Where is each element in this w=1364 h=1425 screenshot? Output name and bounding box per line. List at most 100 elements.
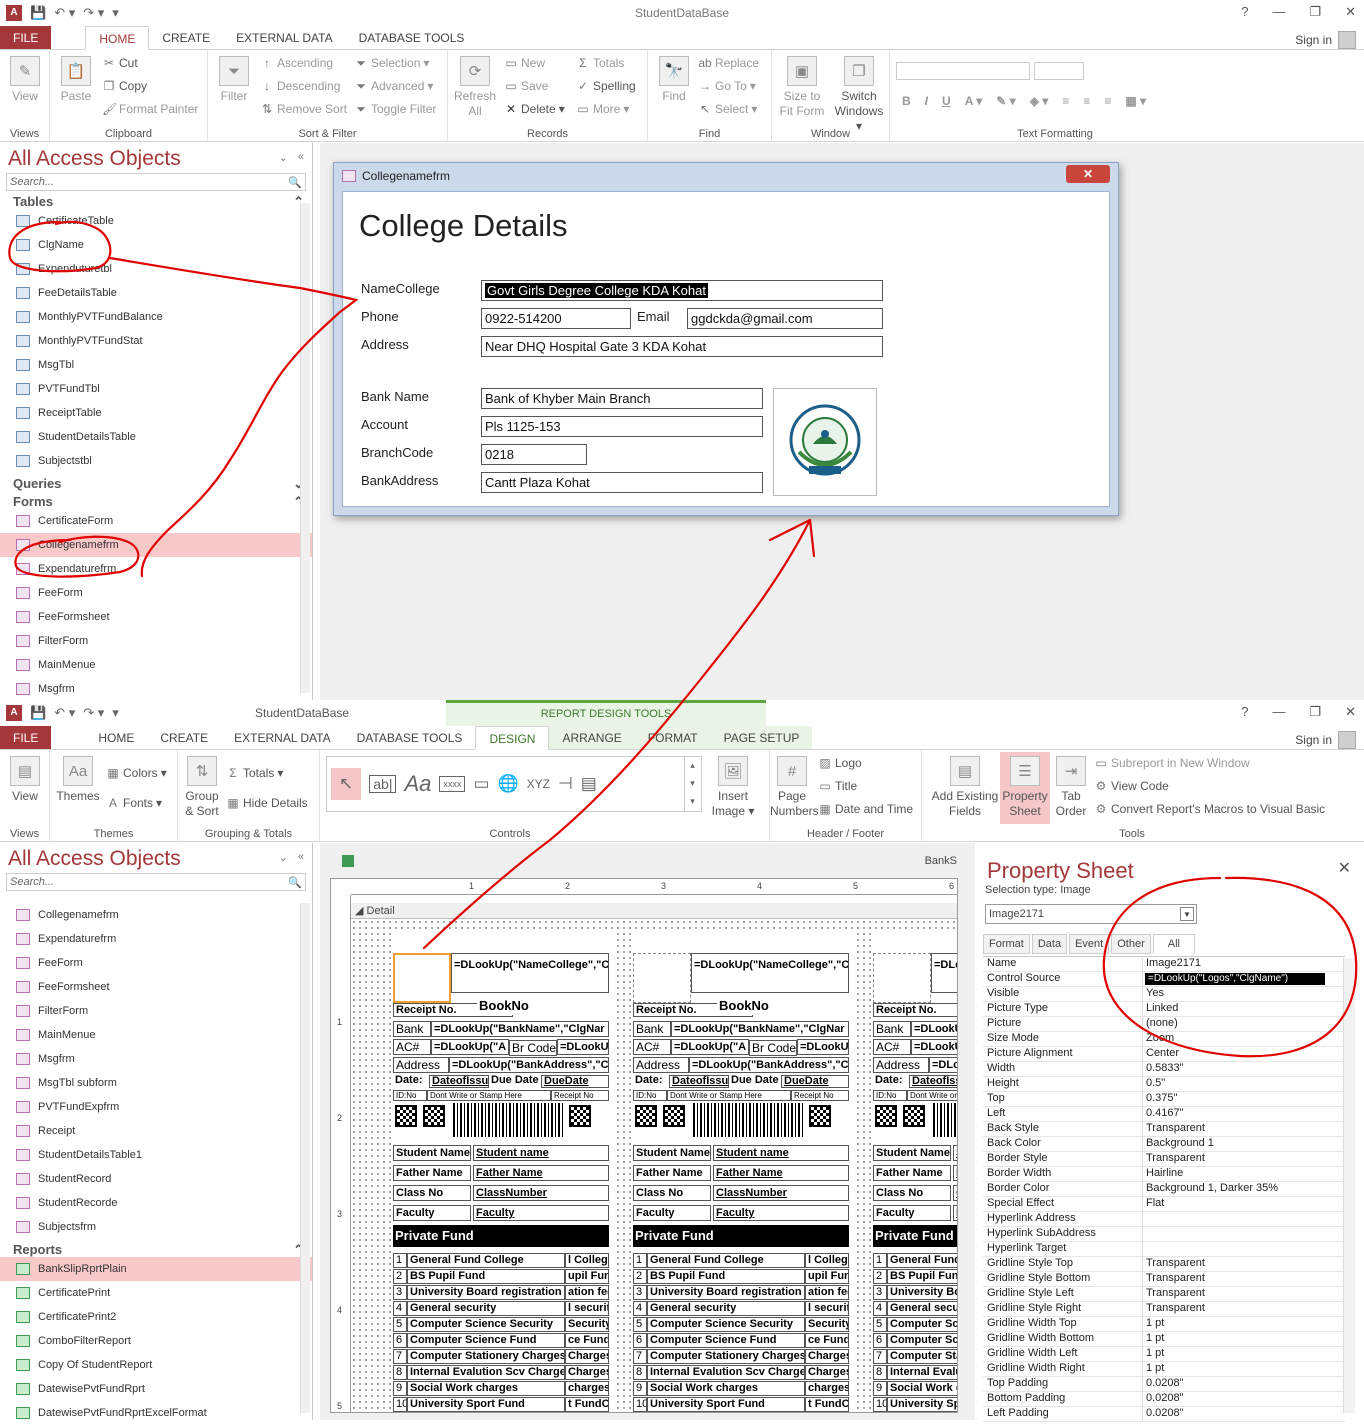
bold-icon[interactable]: B <box>902 94 911 108</box>
shutter-bar-icon[interactable]: « <box>298 151 304 164</box>
replace-button[interactable]: ab Replace <box>698 56 759 70</box>
text-format-buttons[interactable]: BIU A ▾ ✎ ▾ ◈ ▾ ≡ ≡ ≡ ▦ ▾ <box>902 94 1146 108</box>
property-row[interactable]: Gridline Width Left 1 pt <box>983 1347 1345 1362</box>
colors-button[interactable]: ▦ Colors ▾ <box>106 766 166 780</box>
fund-row-description[interactable]: Social Work charges <box>407 1381 565 1396</box>
fund-row-number[interactable]: 4 <box>393 1301 407 1316</box>
view-button[interactable]: ✎ View <box>8 56 42 104</box>
minimize-icon[interactable]: — <box>1272 704 1285 720</box>
fund-row-number[interactable]: 6 <box>633 1333 647 1348</box>
property-value[interactable]: (none) <box>1143 1017 1345 1031</box>
address-field[interactable]: Near DHQ Hospital Gate 3 KDA Kohat <box>481 336 883 357</box>
property-value[interactable]: 0.375" <box>1143 1092 1345 1106</box>
fund-row-number[interactable]: 9 <box>393 1381 407 1396</box>
help-icon[interactable]: ? <box>1241 704 1248 720</box>
add-existing-fields-button[interactable]: ▤ Add Existing Fields <box>930 756 1000 819</box>
group-sort-button[interactable]: ⇅ Group & Sort <box>182 756 222 819</box>
toggle-filter-button[interactable]: ⏷ Toggle Filter <box>354 102 436 116</box>
date-of-issue-field[interactable]: DateofIssue <box>429 1075 489 1088</box>
fund-row-field[interactable]: l College <box>805 1253 849 1268</box>
align-right-icon[interactable]: ≡ <box>1104 94 1111 108</box>
classv-field[interactable]: ClassNumber <box>953 1185 957 1201</box>
property-value[interactable]: 0.0208" <box>1143 1392 1345 1406</box>
address-label[interactable]: Address <box>393 1057 449 1073</box>
nav-item-form[interactable]: PVTFundExpfrm <box>0 1095 312 1119</box>
nav-item-form[interactable]: MainMenue <box>0 653 312 677</box>
fund-row-field[interactable]: Charges <box>565 1365 609 1380</box>
prop-tab-format[interactable]: Format <box>983 934 1030 954</box>
restore-icon[interactable]: ❐ <box>1309 4 1321 20</box>
fund-row-field[interactable]: l security <box>565 1301 609 1316</box>
nav-section-tables[interactable]: Tables ⌃ <box>0 191 312 209</box>
ac-label[interactable]: AC# <box>873 1039 911 1055</box>
fund-row-field[interactable]: l security <box>805 1301 849 1316</box>
customize-qat-icon[interactable]: ▾ <box>112 5 119 21</box>
subreport-window-button[interactable]: ▭ Subreport in New Window <box>1094 756 1249 770</box>
fund-row-field[interactable]: ce Fund <box>565 1333 609 1348</box>
delete-button[interactable]: ✕ Delete ▾ <box>504 102 565 116</box>
nav-item-form[interactable]: Expendaturefrm <box>0 557 312 581</box>
faculty-label[interactable]: Faculty <box>873 1205 951 1221</box>
tab-external-data[interactable]: EXTERNAL DATA <box>223 26 345 49</box>
prop-tab-other[interactable]: Other <box>1111 934 1151 954</box>
account-expression[interactable]: =DLookUp("A <box>911 1039 957 1055</box>
nav-item-table[interactable]: ReceiptTable <box>0 401 312 425</box>
facultyv-field[interactable]: Faculty <box>473 1205 609 1221</box>
dont-write-label[interactable]: Dont Write or Stamp Here <box>907 1090 957 1101</box>
property-sheet-close-icon[interactable]: ✕ <box>1338 858 1351 878</box>
fund-row-description[interactable]: General security <box>887 1301 957 1316</box>
tab-external-data[interactable]: EXTERNAL DATA <box>221 726 343 749</box>
property-value[interactable]: Yes <box>1143 987 1345 1001</box>
phone-field[interactable]: 0922-514200 <box>481 308 631 329</box>
advanced-button[interactable]: ⏷ Advanced ▾ <box>354 79 433 93</box>
fund-row-field[interactable]: upil Fund <box>565 1269 609 1284</box>
property-value[interactable]: 1 pt <box>1143 1332 1345 1346</box>
father-label[interactable]: Father Name <box>633 1165 711 1181</box>
redo-icon[interactable]: ↷ ▾ <box>83 5 104 21</box>
tab-file[interactable]: FILE <box>0 26 52 49</box>
date-of-issue-field[interactable]: DateofIssue <box>909 1075 957 1088</box>
fund-row-field[interactable]: upil Fund <box>805 1269 849 1284</box>
property-value[interactable] <box>1143 1212 1345 1226</box>
nav-item-form[interactable]: MainMenue <box>0 1023 312 1047</box>
nav-item-report[interactable]: DatewisePvtFundRprt <box>0 1377 312 1401</box>
prop-tab-event[interactable]: Event <box>1069 934 1110 954</box>
size-to-fit-button[interactable]: ▣ Size to Fit Form <box>776 56 828 119</box>
student-label[interactable]: Student Name <box>873 1145 951 1161</box>
property-row[interactable]: Name Image2171 <box>983 957 1345 972</box>
select-pointer-icon[interactable]: ↖ <box>331 768 362 800</box>
nav-item-form[interactable]: Subjectsfrm <box>0 1215 312 1239</box>
fund-row-field[interactable]: Security <box>805 1317 849 1332</box>
ac-label[interactable]: AC# <box>633 1039 671 1055</box>
bank-expression[interactable]: =DLookUp("BankName","ClgNar <box>911 1021 957 1037</box>
br-code-label[interactable]: Br Code <box>509 1040 557 1056</box>
fund-row-description[interactable]: BS Pupil Fund <box>407 1269 565 1284</box>
class-label[interactable]: Class No <box>873 1185 951 1201</box>
format-painter-button[interactable]: 🖌 Format Painter <box>102 102 198 116</box>
fill-color-icon[interactable]: ◈ ▾ <box>1030 94 1049 108</box>
date-time-button[interactable]: ▦ Date and Time <box>818 802 913 816</box>
controls-gallery[interactable]: ↖ ab| Aa xxxx ▭ 🌐 XYZ ⊣ ▤ <box>326 756 702 812</box>
close-icon[interactable]: ✕ <box>1345 704 1356 720</box>
account-expression[interactable]: =DLookUp("A <box>671 1039 749 1055</box>
nav-item-form[interactable]: FilterForm <box>0 999 312 1023</box>
fund-row-description[interactable]: General Fund College <box>407 1253 565 1268</box>
fund-row-description[interactable]: General security <box>407 1301 565 1316</box>
property-row[interactable]: Picture Type Linked <box>983 1002 1345 1017</box>
property-value[interactable]: 0.5" <box>1143 1077 1345 1091</box>
report-tab-label[interactable]: BankS <box>925 855 957 867</box>
close-icon[interactable]: ✕ <box>1345 4 1356 20</box>
tab-create[interactable]: CREATE <box>147 726 221 749</box>
property-value[interactable]: 0.0208" <box>1143 1407 1345 1421</box>
property-value[interactable]: Background 1, Darker 35% <box>1143 1182 1345 1196</box>
bookno-label[interactable]: BookNo <box>717 999 787 1015</box>
property-value[interactable]: 0.0208" <box>1143 1377 1345 1391</box>
property-row[interactable]: Left 0.4167" <box>983 1107 1345 1122</box>
faculty-label[interactable]: Faculty <box>633 1205 711 1221</box>
fund-row-description[interactable]: Computer Science Security <box>407 1317 565 1332</box>
property-row[interactable]: Back Color Background 1 <box>983 1137 1345 1152</box>
dont-write-label[interactable]: Dont Write or Stamp Here <box>667 1090 791 1101</box>
fund-row-number[interactable]: 9 <box>873 1381 887 1396</box>
property-row[interactable]: Picture (none) <box>983 1017 1345 1032</box>
bank-label[interactable]: Bank <box>393 1021 431 1037</box>
